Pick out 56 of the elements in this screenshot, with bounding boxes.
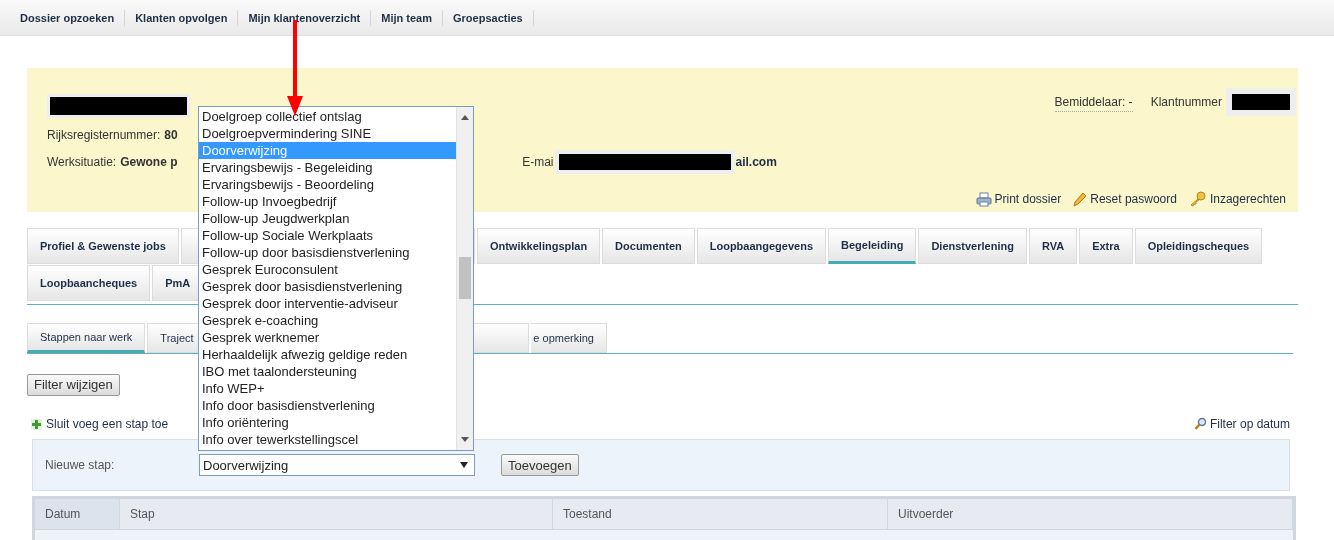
dropdown-option[interactable]: Ervaringsbewijs - Beoordeling — [199, 176, 456, 193]
filter-button[interactable]: Filter wijzigen — [27, 374, 120, 396]
tab[interactable]: RVA — [1028, 228, 1078, 264]
tab[interactable]: Opleidingscheques — [1134, 228, 1263, 264]
nav-link[interactable]: Mijn team — [371, 9, 443, 26]
action-link[interactable]: Print dossier — [975, 190, 1062, 208]
tab[interactable]: Extra — [1079, 228, 1133, 264]
dropdown-option[interactable]: Info door basisdienstverlening — [199, 397, 456, 414]
dropdown-option[interactable]: Follow-up Sociale Werkplaats — [199, 227, 456, 244]
mediator-label: Bemiddelaar: - — [1054, 92, 1133, 112]
dropdown-option[interactable]: Follow-up Jeugdwerkplan — [199, 210, 456, 227]
tab[interactable]: Documenten — [602, 228, 695, 264]
column-header: Datum — [35, 499, 120, 530]
scrollbar[interactable] — [456, 107, 473, 450]
tab[interactable]: Loopbaancheques — [27, 265, 151, 301]
tab[interactable]: Begeleiding — [828, 228, 917, 264]
email-value: ail.com — [735, 154, 777, 171]
work-situation-label: Werksituatie: — [47, 154, 117, 171]
nav-link[interactable]: Groepsacties — [443, 9, 534, 26]
tab[interactable]: Stappen naar werk — [27, 323, 146, 353]
filter-date-link[interactable]: Filter op datum — [1193, 415, 1290, 434]
plus-icon — [31, 418, 42, 430]
dropdown-option[interactable]: Ervaringsbewijs - Begeleiding — [199, 159, 456, 176]
caret-icon — [460, 462, 468, 469]
action-link[interactable]: Reset paswoord — [1073, 190, 1177, 208]
printer-icon — [975, 191, 992, 207]
add-step-link[interactable]: Sluit voeg een stap toe — [31, 415, 169, 434]
nav-link[interactable]: Klanten opvolgen — [125, 9, 239, 26]
dropdown-option[interactable]: Follow-up Invoegbedrijf — [199, 193, 456, 210]
redaction-bar — [1226, 88, 1296, 116]
dropdown-option[interactable]: Info WEP+ — [199, 380, 456, 397]
national-number-value: 80 — [164, 127, 178, 144]
dropdown-option[interactable]: Follow-up door basisdienstverlening — [199, 244, 456, 261]
pencil-icon — [1073, 191, 1088, 207]
nav-link[interactable]: Dossier opzoeken — [10, 9, 126, 26]
dropdown-option[interactable]: Info oriëntering — [199, 414, 456, 431]
email-label: E-mai — [522, 154, 554, 171]
dropdown-option[interactable]: IBO met taalondersteuning — [199, 363, 456, 380]
tab[interactable]: e opmerking — [531, 323, 607, 353]
tab[interactable]: Dienstverlening — [918, 228, 1027, 264]
nav-link[interactable]: Mijn klantenoverzicht — [238, 9, 372, 26]
dropdown-option[interactable]: Doelgroep collectief ontslag — [199, 108, 456, 125]
dropdown-list[interactable] — [198, 106, 474, 451]
new-step-label: Nieuwe stap: — [45, 457, 116, 475]
national-number-label: Rijksregisternummer: — [47, 127, 161, 144]
dropdown-option[interactable]: Doelgroepvermindering SINE — [199, 125, 456, 142]
tab[interactable]: Ontwikkelingsplan — [476, 228, 601, 264]
tab[interactable]: Profiel & Gewenste jobs — [27, 228, 179, 264]
action-link[interactable]: Inzagerechten — [1188, 190, 1286, 208]
step-select[interactable]: Doorverwijzing — [199, 454, 475, 477]
search-icon — [1193, 417, 1207, 432]
client-number-label: Klantnummer — [1150, 94, 1222, 111]
add-button[interactable]: Toevoegen — [501, 454, 579, 477]
key-icon — [1188, 191, 1207, 207]
dropdown-option[interactable]: Info over tewerkstellingscel — [199, 431, 456, 448]
tab[interactable]: Loopbaangegevens — [696, 228, 827, 264]
